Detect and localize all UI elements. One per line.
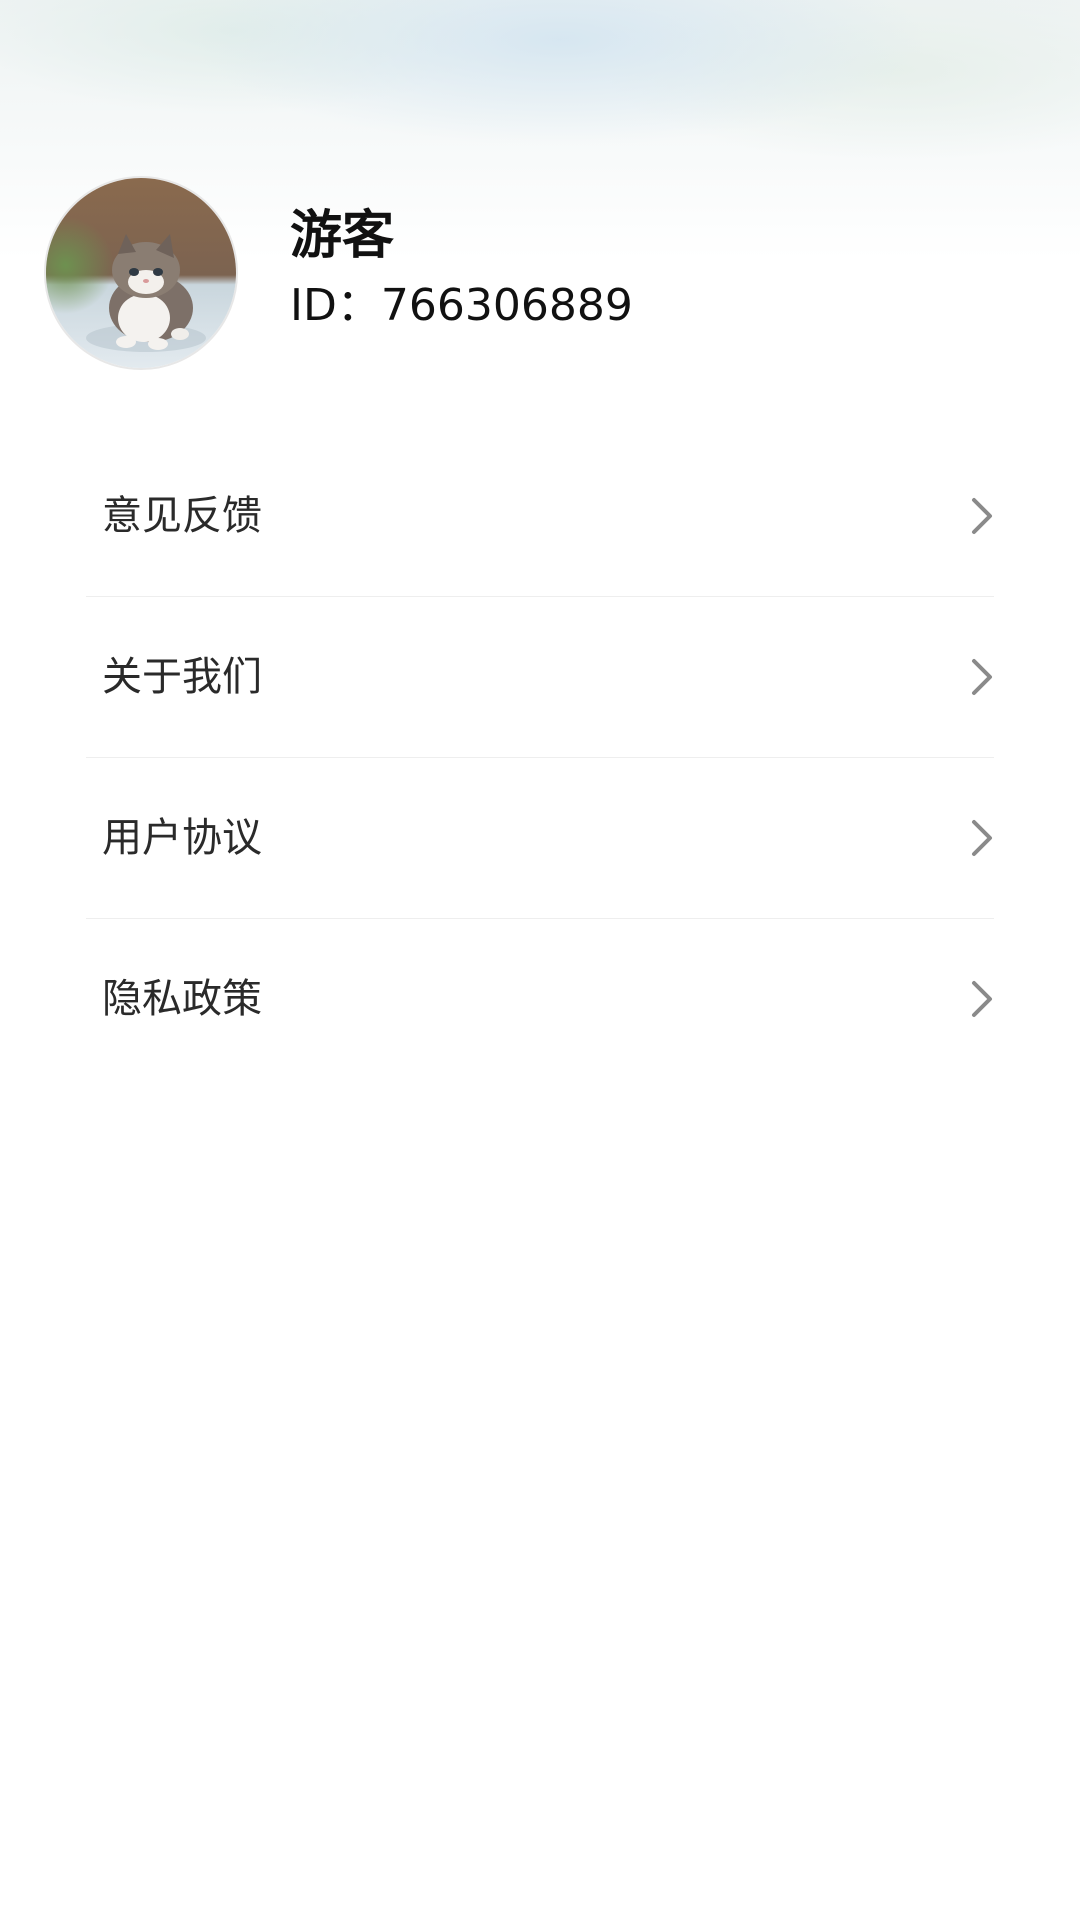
menu-item-about-us[interactable]: 关于我们 (86, 597, 994, 758)
chevron-right-icon (972, 820, 992, 856)
menu-item-user-agreement[interactable]: 用户协议 (86, 758, 994, 919)
menu-item-label: 意见反馈 (102, 493, 262, 539)
kitten-avatar-image (46, 178, 236, 368)
user-id: ID：766306889 (290, 284, 633, 328)
settings-menu: 意见反馈 关于我们 用户协议 隐私政策 (86, 436, 994, 1079)
chevron-right-icon (972, 981, 992, 1017)
menu-item-privacy-policy[interactable]: 隐私政策 (86, 919, 994, 1079)
chevron-right-icon (972, 498, 992, 534)
menu-item-label: 用户协议 (102, 815, 262, 861)
avatar[interactable] (44, 176, 238, 370)
menu-item-feedback[interactable]: 意见反馈 (86, 436, 994, 597)
menu-item-label: 关于我们 (102, 654, 262, 700)
profile-section: 游客 ID：766306889 (0, 0, 1080, 380)
menu-item-label: 隐私政策 (102, 976, 262, 1022)
user-id-label: ID： (290, 280, 381, 331)
chevron-right-icon (972, 659, 992, 695)
user-id-value: 766306889 (380, 280, 633, 331)
user-name: 游客 (290, 206, 395, 266)
